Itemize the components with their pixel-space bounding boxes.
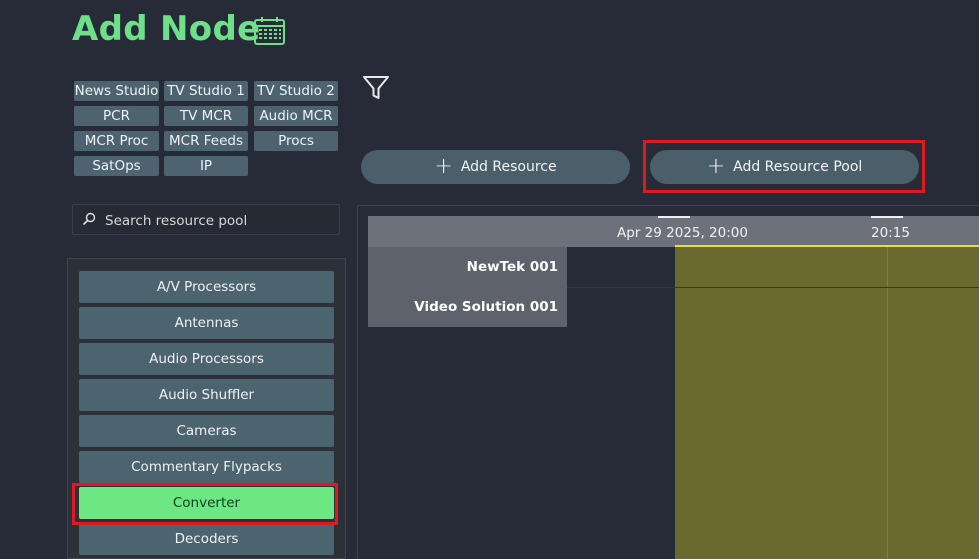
chip-mcr-feeds[interactable]: MCR Feeds bbox=[164, 131, 248, 151]
timeline-tick-mark bbox=[658, 216, 690, 218]
chip-tv-studio-1[interactable]: TV Studio 1 bbox=[164, 81, 248, 101]
search-box bbox=[72, 204, 340, 235]
chip-ip[interactable]: IP bbox=[164, 156, 248, 176]
chip-pcr[interactable]: PCR bbox=[74, 106, 159, 126]
add-resource-label: Add Resource bbox=[460, 159, 557, 175]
search-input[interactable] bbox=[103, 207, 337, 234]
chip-mcr-proc[interactable]: MCR Proc bbox=[74, 131, 159, 151]
chip-procs[interactable]: Procs bbox=[254, 131, 338, 151]
chip-tv-mcr[interactable]: TV MCR bbox=[164, 106, 248, 126]
now-indicator bbox=[675, 245, 979, 247]
add-resource-pool-label: Add Resource Pool bbox=[733, 159, 863, 175]
page-title: Add Node bbox=[72, 9, 261, 49]
pool-item-converter[interactable]: Converter bbox=[79, 487, 334, 519]
pool-item-audio-processors[interactable]: Audio Processors bbox=[79, 343, 334, 375]
pool-item-av-processors[interactable]: A/V Processors bbox=[79, 271, 334, 303]
resource-timeline[interactable]: Apr 29 2025, 20:00 20:15 NewTek 001 Vide… bbox=[357, 205, 979, 559]
plus-icon: + bbox=[434, 154, 453, 179]
pool-item-audio-shuffler[interactable]: Audio Shuffler bbox=[79, 379, 334, 411]
pool-item-antennas[interactable]: Antennas bbox=[79, 307, 334, 339]
chip-satops[interactable]: SatOps bbox=[74, 156, 159, 176]
timeline-row-label: NewTek 001 bbox=[368, 247, 567, 287]
chip-tv-studio-2[interactable]: TV Studio 2 bbox=[254, 81, 338, 101]
plus-icon: + bbox=[706, 154, 726, 179]
search-icon bbox=[82, 212, 96, 226]
timeline-header: Apr 29 2025, 20:00 20:15 bbox=[368, 216, 979, 247]
timeline-row-divider bbox=[567, 287, 979, 288]
add-resource-button[interactable]: + Add Resource bbox=[361, 150, 630, 184]
add-resource-pool-button[interactable]: + Add Resource Pool bbox=[650, 150, 919, 184]
timeline-row-label: Video Solution 001 bbox=[368, 287, 567, 327]
timeline-tick-mark bbox=[871, 216, 903, 218]
chip-audio-mcr[interactable]: Audio MCR bbox=[254, 106, 338, 126]
add-node-page: Add Node News Studio TV Studio 1 TV Stud… bbox=[0, 0, 979, 559]
pool-item-cameras[interactable]: Cameras bbox=[79, 415, 334, 447]
resource-pool-list[interactable]: A/V Processors Antennas Audio Processors… bbox=[67, 258, 346, 559]
filter-icon[interactable] bbox=[362, 74, 390, 102]
pool-item-decoders[interactable]: Decoders bbox=[79, 523, 334, 555]
calendar-icon[interactable] bbox=[253, 16, 286, 46]
chip-news-studio[interactable]: News Studio bbox=[74, 81, 159, 101]
timeline-tick-label: Apr 29 2025, 20:00 bbox=[617, 225, 748, 241]
timeline-gridline bbox=[887, 247, 888, 559]
timeline-tick-label: 20:15 bbox=[871, 225, 910, 241]
pool-item-commentary-flypacks[interactable]: Commentary Flypacks bbox=[79, 451, 334, 483]
booking-fill[interactable] bbox=[675, 247, 979, 559]
